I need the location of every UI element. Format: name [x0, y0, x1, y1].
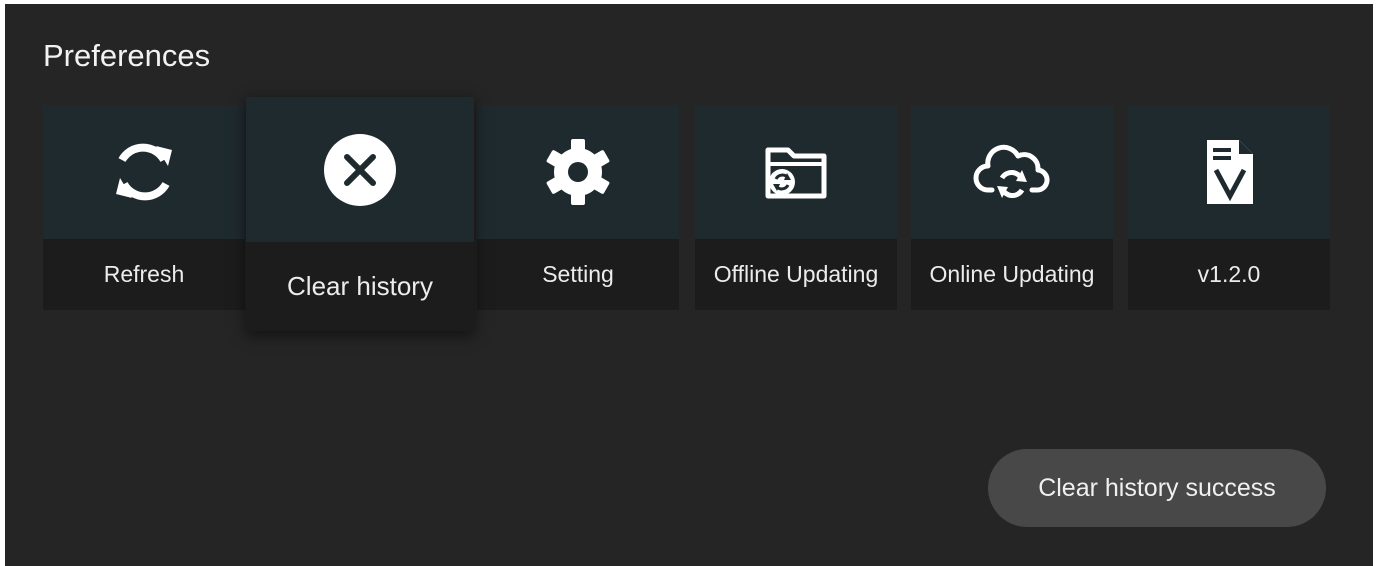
preferences-screen: Preferences Refresh Clear history Settin… — [5, 4, 1373, 566]
refresh-icon — [106, 134, 182, 210]
tile-offline-updating[interactable]: Offline Updating — [695, 105, 897, 310]
tile-online-updating[interactable]: Online Updating — [911, 105, 1113, 310]
tile-label: Offline Updating — [695, 239, 897, 310]
tile-setting[interactable]: Setting — [477, 105, 679, 310]
close-circle-icon — [321, 131, 399, 209]
folder-sync-icon — [758, 134, 834, 210]
tile-label: Online Updating — [911, 239, 1113, 310]
toast-message: Clear history success — [988, 449, 1326, 527]
gear-icon — [540, 134, 616, 210]
version-document-icon — [1199, 134, 1259, 210]
tile-label: Setting — [477, 239, 679, 310]
tile-label: Refresh — [43, 239, 245, 310]
tile-icon-area — [43, 105, 245, 239]
tile-refresh[interactable]: Refresh — [43, 105, 245, 310]
tile-icon-area — [477, 105, 679, 239]
tile-label: Clear history — [246, 242, 474, 331]
tile-label: v1.2.0 — [1128, 239, 1330, 310]
tile-icon-area — [695, 105, 897, 239]
page-title: Preferences — [43, 38, 211, 73]
tile-icon-area — [1128, 105, 1330, 239]
tile-icon-area — [246, 97, 474, 242]
tile-clear-history[interactable]: Clear history — [246, 97, 474, 331]
tile-version[interactable]: v1.2.0 — [1128, 105, 1330, 310]
cloud-sync-icon — [972, 134, 1052, 210]
tile-icon-area — [911, 105, 1113, 239]
